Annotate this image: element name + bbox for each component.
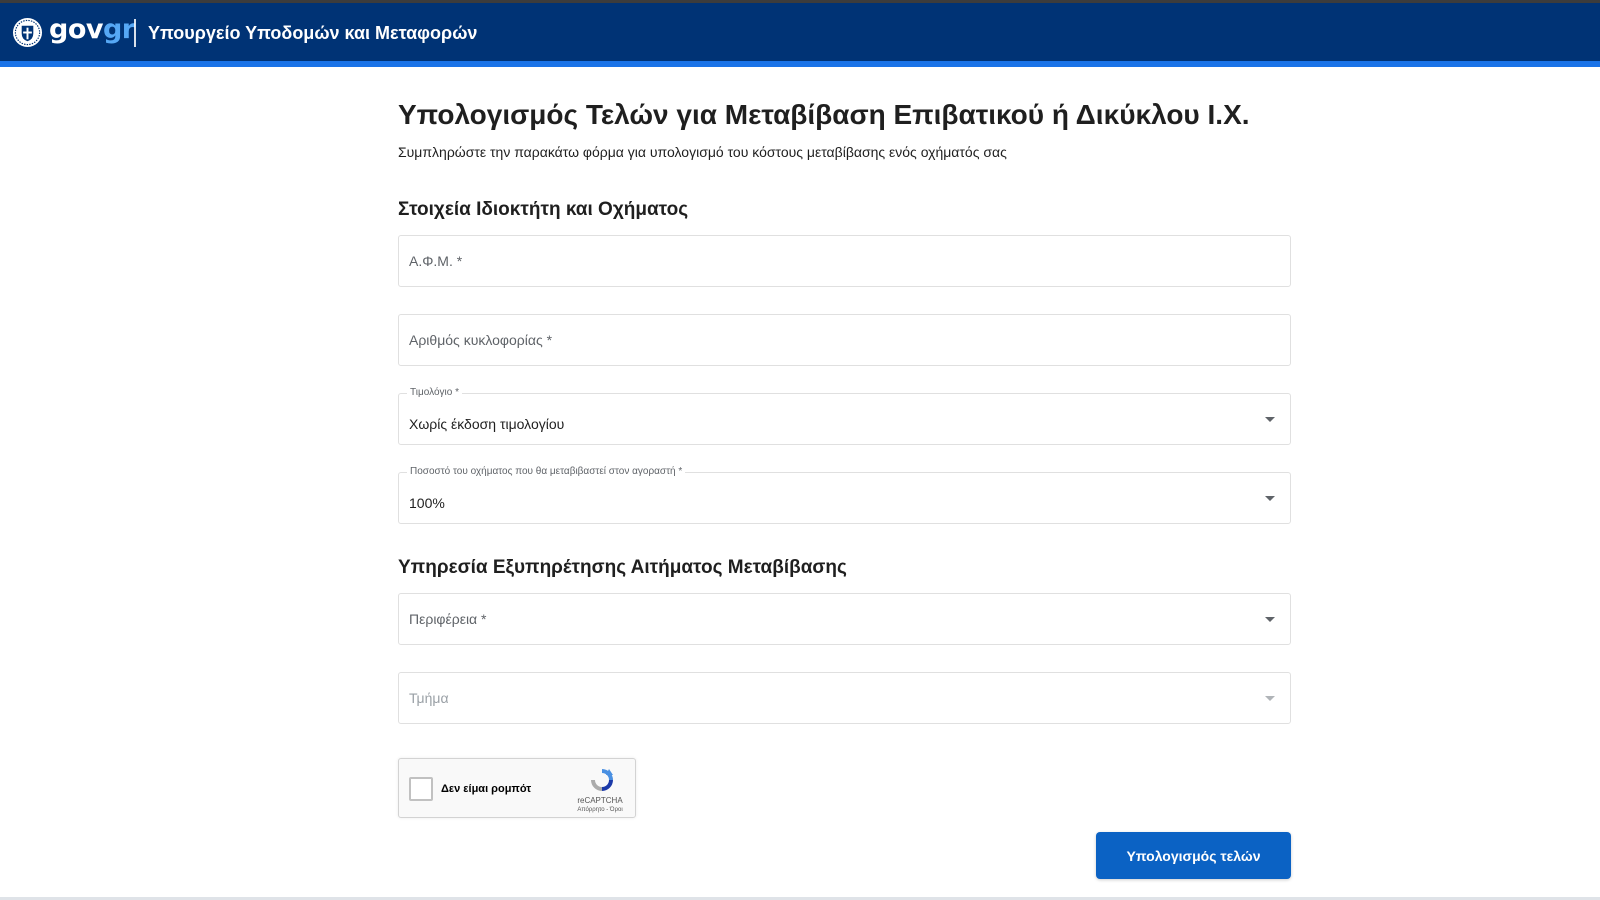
greek-coat-of-arms-icon xyxy=(12,17,43,48)
transfer-percentage-label: Ποσοστό του οχήματος που θα μεταβιβαστεί… xyxy=(407,466,686,478)
gov-gr-logo[interactable]: govgr xyxy=(49,13,135,47)
transfer-percentage-value: 100% xyxy=(409,495,445,511)
ministry-name[interactable]: Υπουργείο Υποδομών και Μεταφορών xyxy=(148,22,477,44)
plate-number-placeholder: Αριθμός κυκλοφορίας * xyxy=(409,332,553,348)
logo-gov-text: gov xyxy=(49,14,103,45)
department-placeholder: Τμήμα xyxy=(409,690,449,706)
chevron-down-icon xyxy=(1265,417,1275,422)
recaptcha-checkbox[interactable] xyxy=(409,777,433,801)
recaptcha-brand: reCAPTCHA xyxy=(577,796,623,805)
invoice-select[interactable]: Τιμολόγιο * Χωρίς έκδοση τιμολογίου xyxy=(398,387,1291,445)
chevron-down-icon xyxy=(1265,496,1275,501)
page-title: Υπολογισμός Τελών για Μεταβίβαση Επιβατι… xyxy=(398,99,1250,130)
chevron-down-icon xyxy=(1265,696,1275,701)
invoice-value: Χωρίς έκδοση τιμολογίου xyxy=(409,416,565,432)
recaptcha-icon xyxy=(591,769,613,791)
header-divider xyxy=(134,19,136,47)
plate-number-input[interactable]: Αριθμός κυκλοφορίας * xyxy=(398,314,1291,366)
region-select[interactable]: Περιφέρεια * xyxy=(398,593,1291,645)
region-placeholder: Περιφέρεια * xyxy=(409,611,487,627)
page-subtitle: Συμπληρώστε την παρακάτω φόρμα για υπολο… xyxy=(398,144,1007,160)
site-header: govgr Υπουργείο Υποδομών και Μεταφορών xyxy=(0,3,1600,61)
calculate-fees-button[interactable]: Υπολογισμός τελών xyxy=(1096,832,1291,879)
recaptcha-terms-link[interactable]: Απόρρητο - Όροι xyxy=(567,806,633,814)
logo-gr-text: gr xyxy=(102,14,135,45)
header-accent-bar xyxy=(0,61,1600,67)
transfer-percentage-select[interactable]: Ποσοστό του οχήματος που θα μεταβιβαστεί… xyxy=(398,466,1291,524)
afm-input[interactable]: Α.Φ.Μ. * xyxy=(398,235,1291,287)
recaptcha-widget: Δεν είμαι ρομπότ reCAPTCHA Απόρρητο - Όρ… xyxy=(398,758,636,818)
invoice-label: Τιμολόγιο * xyxy=(407,387,462,399)
afm-placeholder: Α.Φ.Μ. * xyxy=(409,253,463,269)
section-title-owner-vehicle: Στοιχεία Ιδιοκτήτη και Οχήματος xyxy=(398,199,689,220)
chevron-down-icon xyxy=(1265,617,1275,622)
recaptcha-label: Δεν είμαι ρομπότ xyxy=(441,783,532,795)
department-select[interactable]: Τμήμα xyxy=(398,672,1291,724)
section-title-service: Υπηρεσία Εξυπηρέτησης Αιτήματος Μεταβίβα… xyxy=(398,557,847,578)
